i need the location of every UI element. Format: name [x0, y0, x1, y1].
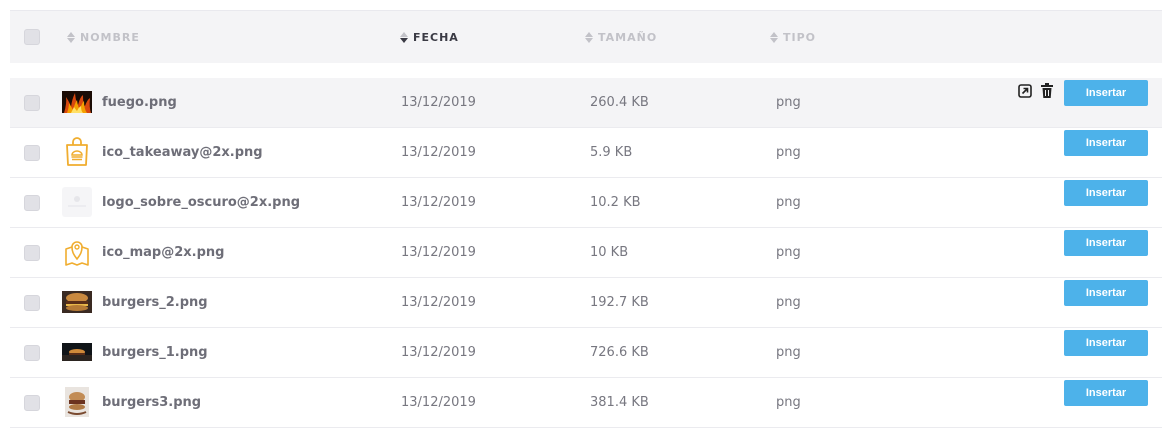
- trash-icon[interactable]: [1040, 83, 1054, 98]
- table-row[interactable]: fuego.png 13/12/2019 260.4 KB png Insert…: [10, 78, 1162, 128]
- row-checkbox[interactable]: [24, 394, 40, 411]
- row-checkbox[interactable]: [24, 144, 40, 161]
- column-header-size[interactable]: TAMAÑO: [585, 11, 657, 63]
- logo-thumbnail: [62, 187, 92, 217]
- table-row[interactable]: logo_sobre_oscuro@2x.png 13/12/2019 10.2…: [10, 178, 1162, 228]
- row-select-cell: [24, 328, 40, 377]
- file-type: png: [776, 245, 801, 260]
- burger-thumbnail: [62, 337, 92, 367]
- select-all-cell: [24, 11, 40, 63]
- insert-button[interactable]: Insertar: [1064, 180, 1148, 206]
- burger-thumbnail: [62, 287, 92, 317]
- column-header-date[interactable]: FECHA: [400, 11, 459, 63]
- file-name[interactable]: ico_takeaway@2x.png: [102, 128, 263, 177]
- row-select-cell: [24, 78, 40, 127]
- file-type: png: [776, 95, 801, 110]
- sort-icon: [400, 31, 408, 43]
- file-type: png: [776, 345, 801, 360]
- file-size: 10.2 KB: [590, 195, 641, 210]
- row-select-cell: [24, 178, 40, 227]
- column-header-size-label: TAMAÑO: [598, 30, 658, 44]
- row-checkbox[interactable]: [24, 244, 40, 261]
- file-name[interactable]: burgers_1.png: [102, 328, 208, 377]
- file-size: 192.7 KB: [590, 295, 649, 310]
- table-row[interactable]: ico_takeaway@2x.png 13/12/2019 5.9 KB pn…: [10, 128, 1162, 178]
- row-checkbox[interactable]: [24, 94, 40, 111]
- fire-thumbnail: [62, 87, 92, 117]
- file-size: 381.4 KB: [590, 395, 649, 410]
- insert-button[interactable]: Insertar: [1064, 280, 1148, 306]
- row-select-cell: [24, 278, 40, 327]
- row-checkbox[interactable]: [24, 294, 40, 311]
- insert-button[interactable]: Insertar: [1064, 380, 1148, 406]
- file-date: 13/12/2019: [401, 395, 476, 410]
- file-date: 13/12/2019: [401, 295, 476, 310]
- row-checkbox[interactable]: [24, 194, 40, 211]
- table-row[interactable]: burgers_2.png 13/12/2019 192.7 KB png In…: [10, 278, 1162, 328]
- sort-icon: [770, 31, 778, 43]
- row-select-cell: [24, 128, 40, 177]
- file-type: png: [776, 195, 801, 210]
- column-header-name[interactable]: NOMBRE: [67, 11, 140, 63]
- map-pin-icon: [62, 237, 92, 267]
- column-header-type-label: TIPO: [783, 30, 817, 44]
- file-size: 5.9 KB: [590, 145, 633, 160]
- file-date: 13/12/2019: [401, 345, 476, 360]
- file-name[interactable]: ico_map@2x.png: [102, 228, 224, 277]
- row-select-cell: [24, 378, 40, 427]
- file-size: 726.6 KB: [590, 345, 649, 360]
- column-header-name-label: NOMBRE: [80, 30, 140, 44]
- row-actions: [1018, 83, 1054, 98]
- open-external-icon[interactable]: [1018, 83, 1032, 98]
- file-date: 13/12/2019: [401, 195, 476, 210]
- row-select-cell: [24, 228, 40, 277]
- file-size: 10 KB: [590, 245, 629, 260]
- column-header-date-label: FECHA: [413, 30, 459, 44]
- select-all-checkbox[interactable]: [24, 29, 40, 45]
- table-row[interactable]: burgers_1.png 13/12/2019 726.6 KB png In…: [10, 328, 1162, 378]
- sort-icon: [585, 31, 593, 43]
- file-type: png: [776, 145, 801, 160]
- file-date: 13/12/2019: [401, 95, 476, 110]
- table-row[interactable]: burgers3.png 13/12/2019 381.4 KB png Ins…: [10, 378, 1162, 428]
- insert-button[interactable]: Insertar: [1064, 130, 1148, 156]
- sort-icon: [67, 31, 75, 43]
- file-type: png: [776, 295, 801, 310]
- file-name[interactable]: burgers_2.png: [102, 278, 208, 327]
- row-checkbox[interactable]: [24, 344, 40, 361]
- file-name[interactable]: fuego.png: [102, 78, 177, 127]
- file-date: 13/12/2019: [401, 145, 476, 160]
- file-size: 260.4 KB: [590, 95, 649, 110]
- table-row[interactable]: ico_map@2x.png 13/12/2019 10 KB png Inse…: [10, 228, 1162, 278]
- takeaway-bag-icon: [62, 137, 92, 167]
- file-name[interactable]: logo_sobre_oscuro@2x.png: [102, 178, 300, 227]
- column-header-type[interactable]: TIPO: [770, 11, 816, 63]
- file-name[interactable]: burgers3.png: [102, 378, 201, 427]
- table-header: NOMBRE FECHA TAMAÑO TIPO: [10, 10, 1162, 63]
- insert-button[interactable]: Insertar: [1064, 330, 1148, 356]
- file-date: 13/12/2019: [401, 245, 476, 260]
- burger-thumbnail: [62, 387, 92, 417]
- file-type: png: [776, 395, 801, 410]
- insert-button[interactable]: Insertar: [1064, 230, 1148, 256]
- insert-button[interactable]: Insertar: [1064, 80, 1148, 106]
